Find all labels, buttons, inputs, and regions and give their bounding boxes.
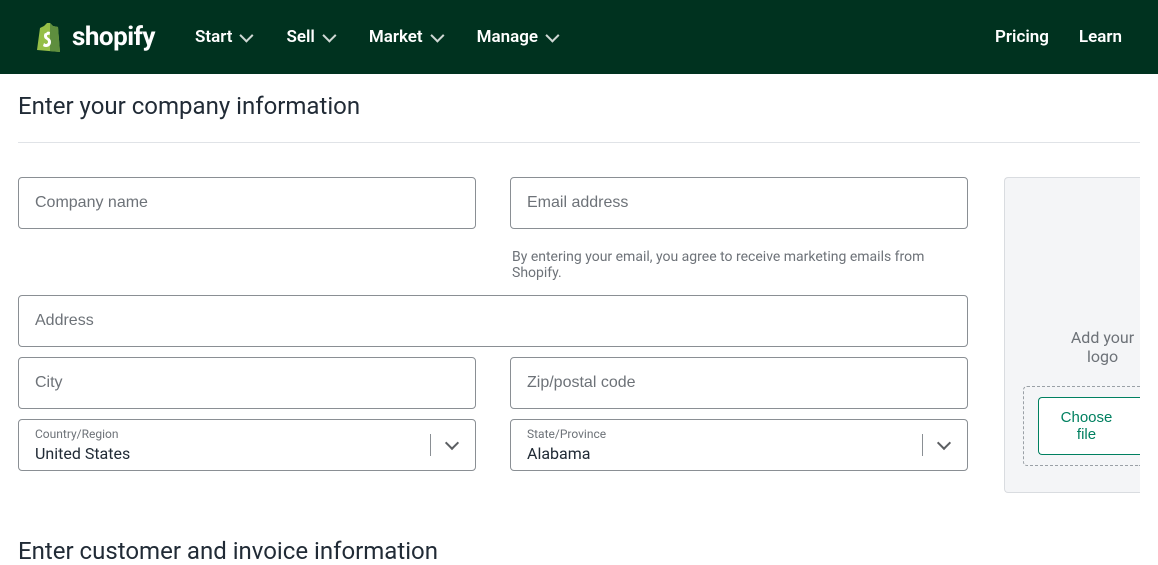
nav-sell[interactable]: Sell: [286, 27, 332, 47]
email-input[interactable]: [510, 177, 968, 229]
chevron-down-icon: [430, 29, 444, 43]
nav-market[interactable]: Market: [369, 27, 441, 47]
nav-left: Start Sell Market Manage: [195, 27, 556, 47]
country-value: United States: [35, 444, 459, 463]
row-name-email: [18, 177, 968, 229]
state-value: Alabama: [527, 444, 951, 463]
company-name-field: [18, 177, 476, 229]
email-hint: By entering your email, you agree to rec…: [512, 249, 968, 281]
chevron-down-icon: [240, 29, 254, 43]
city-field: [18, 357, 476, 409]
nav-learn[interactable]: Learn: [1079, 27, 1122, 47]
chevron-down-icon: [322, 29, 336, 43]
nav-manage[interactable]: Manage: [477, 27, 556, 47]
country-select[interactable]: Country/Region United States: [18, 419, 476, 471]
address-input[interactable]: [18, 295, 968, 347]
nav-label: Market: [369, 27, 423, 47]
email-hint-wrap: By entering your email, you agree to rec…: [510, 243, 968, 295]
company-name-input[interactable]: [18, 177, 476, 229]
country-label: Country/Region: [35, 428, 459, 440]
customer-section-title: Enter customer and invoice information: [18, 537, 1140, 565]
address-field: [18, 295, 968, 347]
state-label: State/Province: [527, 428, 951, 440]
nav-start[interactable]: Start: [195, 27, 250, 47]
nav-label: Manage: [477, 27, 538, 47]
chevron-down-icon: [545, 29, 559, 43]
top-nav: shopify Start Sell Market Manage Pricing…: [0, 0, 1158, 74]
upload-dropzone[interactable]: Choose file: [1023, 386, 1140, 466]
nav-label: Sell: [286, 27, 314, 47]
page-body: Enter your company information By enteri…: [0, 74, 1158, 565]
city-input[interactable]: [18, 357, 476, 409]
nav-right: Pricing Learn: [995, 27, 1122, 47]
state-select[interactable]: State/Province Alabama: [510, 419, 968, 471]
row-hint: By entering your email, you agree to rec…: [18, 243, 968, 295]
brand-logo[interactable]: shopify: [34, 20, 155, 54]
select-divider: [430, 434, 431, 456]
form-right-column: Add your logo Choose file: [1004, 177, 1140, 493]
row-country-state: Country/Region United States State/Provi…: [18, 419, 968, 471]
zip-input[interactable]: [510, 357, 968, 409]
select-divider: [922, 434, 923, 456]
company-form-area: By entering your email, you agree to rec…: [18, 177, 1140, 493]
upload-title: Add your logo: [1005, 328, 1140, 366]
row-address: [18, 295, 968, 347]
row-city-zip: [18, 357, 968, 409]
form-left-column: By entering your email, you agree to rec…: [18, 177, 968, 493]
brand-text: shopify: [72, 22, 155, 52]
logo-upload-panel: Add your logo Choose file: [1004, 177, 1140, 493]
company-section-title: Enter your company information: [18, 92, 1140, 143]
email-field: [510, 177, 968, 229]
hint-spacer: [18, 243, 476, 295]
nav-pricing[interactable]: Pricing: [995, 27, 1049, 47]
zip-field: [510, 357, 968, 409]
choose-file-button[interactable]: Choose file: [1038, 397, 1140, 455]
shopify-bag-icon: [34, 20, 64, 54]
nav-label: Start: [195, 27, 232, 47]
